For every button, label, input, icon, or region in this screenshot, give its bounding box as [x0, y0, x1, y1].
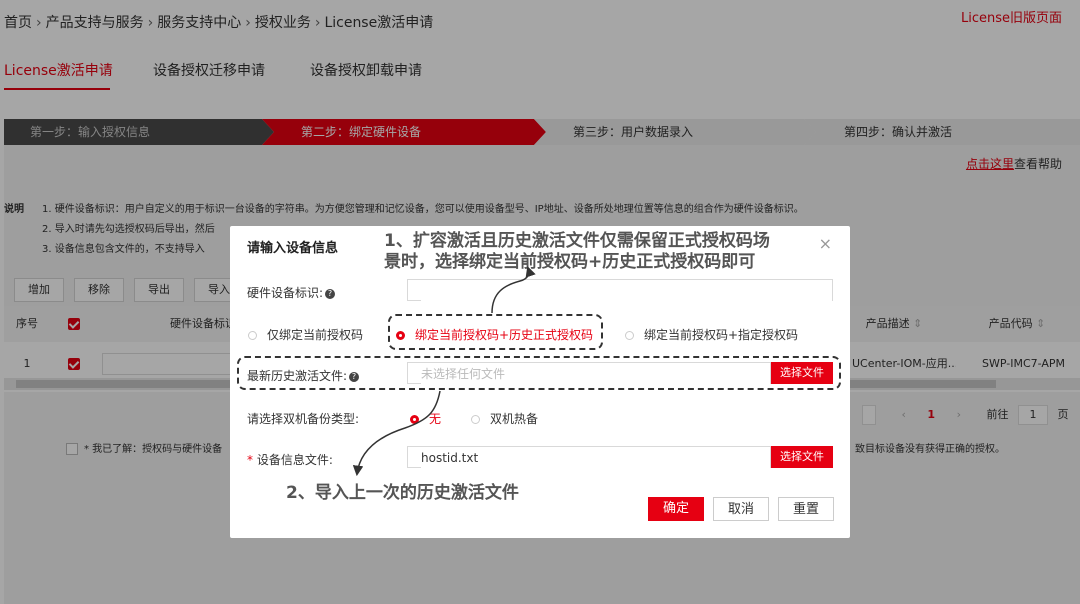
- annotation-arrow-1: [491, 266, 536, 314]
- annotation-arrows: [352, 266, 536, 477]
- annotation-arrow-2: [352, 390, 441, 477]
